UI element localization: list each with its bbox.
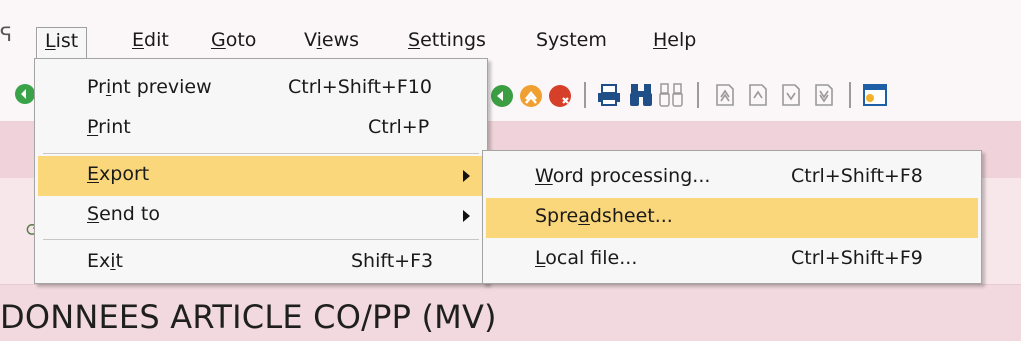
shortcut: Ctrl+Shift+F9 <box>791 247 923 269</box>
spreadsheet-pre: Spre <box>535 205 579 227</box>
export-submenu: Word processing... Ctrl+Shift+F8 Spreads… <box>482 150 982 284</box>
menu-views-pre: V <box>304 29 317 51</box>
menu-goto-mnemonic: G <box>211 29 226 51</box>
toolbar-separator <box>849 82 851 108</box>
menu-item-print[interactable]: Print Ctrl+P <box>38 109 484 149</box>
menu-goto-rest: oto <box>225 29 257 51</box>
print-preview-rest: nt preview <box>111 76 212 98</box>
back-icon[interactable] <box>14 80 36 108</box>
menu-list[interactable]: List <box>36 27 88 59</box>
exit-rest: t <box>115 250 123 272</box>
first-page-icon[interactable] <box>711 81 737 109</box>
send-to-mnemonic: S <box>87 203 100 225</box>
print-preview-pre: Pr <box>87 76 106 98</box>
export-rest: xport <box>99 163 150 185</box>
menu-system[interactable]: System <box>528 27 615 59</box>
local-file-rest: ocal file... <box>545 247 638 269</box>
exit-icon[interactable] <box>519 84 543 108</box>
menu-item-spreadsheet[interactable]: Spreadsheet... <box>486 198 978 238</box>
submenu-arrow-icon <box>463 210 470 222</box>
local-file-mnemonic: L <box>535 247 546 269</box>
menu-help[interactable]: Help <box>645 27 704 59</box>
menu-separator <box>43 239 479 240</box>
menu-help-mnemonic: H <box>653 29 668 51</box>
word-processing-rest: ord processing... <box>552 165 711 187</box>
menu-item-word-processing[interactable]: Word processing... Ctrl+Shift+F8 <box>486 158 978 198</box>
menu-separator <box>43 153 479 154</box>
menu-system-label: System <box>536 29 607 51</box>
find-next-icon[interactable] <box>658 81 684 109</box>
list-menu: Print preview Ctrl+Shift+F10 Print Ctrl+… <box>34 58 488 284</box>
shortcut: Shift+F3 <box>351 250 434 272</box>
menu-list-rest: ist <box>55 30 79 52</box>
menu-views-rest: ews <box>321 29 360 51</box>
word-processing-mnemonic: W <box>535 165 553 187</box>
spreadsheet-rest: dsheet... <box>589 205 673 227</box>
menu-help-rest: elp <box>667 29 697 51</box>
menu-item-print-preview[interactable]: Print preview Ctrl+Shift+F10 <box>38 69 484 109</box>
menu-item-send-to[interactable]: Send to <box>38 196 484 236</box>
menu-settings-rest: ettings <box>420 29 486 51</box>
band-divider <box>0 284 1021 285</box>
menu-settings-mnemonic: S <box>408 29 421 51</box>
menu-edit-rest: dit <box>144 29 169 51</box>
spreadsheet-mnemonic: a <box>578 205 590 227</box>
print-mnemonic: P <box>87 116 99 138</box>
export-mnemonic: E <box>87 163 100 185</box>
toolbar-separator <box>584 82 586 108</box>
page-title: DONNEES ARTICLE CO/PP (MV) <box>0 298 497 336</box>
shortcut: Ctrl+Shift+F10 <box>288 76 432 98</box>
create-session-icon[interactable] <box>862 82 888 108</box>
last-page-icon[interactable] <box>810 81 836 109</box>
exit-pre: Ex <box>87 250 111 272</box>
previous-page-icon[interactable] <box>744 81 770 109</box>
menu-edit-mnemonic: E <box>132 29 145 51</box>
next-page-icon[interactable] <box>777 81 803 109</box>
shortcut: Ctrl+P <box>368 116 430 138</box>
menu-views[interactable]: Views <box>296 27 367 59</box>
send-to-rest: end to <box>99 203 160 225</box>
menu-item-export[interactable]: Export <box>38 156 484 196</box>
menu-edit[interactable]: Edit <box>124 27 177 59</box>
submenu-arrow-icon <box>463 170 470 182</box>
print-rest: rint <box>98 116 131 138</box>
print-icon[interactable] <box>596 82 622 108</box>
menu-item-local-file[interactable]: Local file... Ctrl+Shift+F9 <box>486 240 978 280</box>
menu-item-exit[interactable]: Exit Shift+F3 <box>38 243 484 283</box>
app-glyph-icon: ᕋ <box>0 22 13 46</box>
menu-goto[interactable]: Goto <box>203 27 264 59</box>
find-icon[interactable] <box>628 81 654 109</box>
back-icon[interactable] <box>490 84 514 108</box>
menu-settings[interactable]: Settings <box>400 27 494 59</box>
menu-list-mnemonic: L <box>45 30 56 52</box>
toolbar-separator <box>697 82 699 108</box>
cancel-icon[interactable] <box>548 84 572 108</box>
shortcut: Ctrl+Shift+F8 <box>791 165 923 187</box>
